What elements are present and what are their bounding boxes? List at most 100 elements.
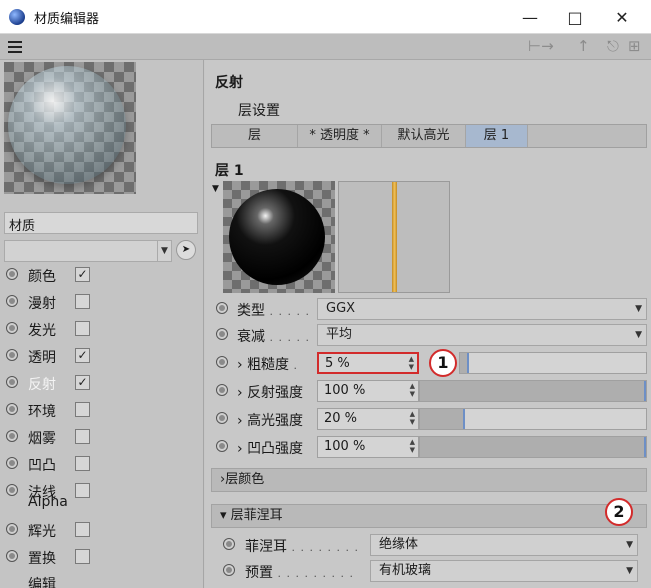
title-bar: 材质编辑器 — □ ✕ xyxy=(0,0,651,34)
animate-radio[interactable] xyxy=(6,457,18,469)
roughness-input[interactable]: 5 % ▲ ▼ xyxy=(317,352,419,374)
spinner-icon[interactable]: ▲ ▼ xyxy=(410,410,415,426)
channel-item[interactable]: 颜色 ✓ xyxy=(0,262,203,288)
falloff-label: 衰减 xyxy=(237,329,265,345)
channel-item[interactable]: 漫射 xyxy=(0,289,203,315)
fresnel-value: 绝缘体 xyxy=(379,537,419,552)
roughness-slider[interactable] xyxy=(459,352,647,374)
preset-label: 预置 xyxy=(245,565,273,581)
maximize-button[interactable]: □ xyxy=(555,5,595,29)
layer-title: 层 1 xyxy=(215,163,244,179)
navigate-forward-icon[interactable]: ⊢→ xyxy=(528,37,554,55)
specular-strength-input[interactable]: 20 % ▲ ▼ xyxy=(317,408,419,430)
reflect-strength-input[interactable]: 100 % ▲ ▼ xyxy=(317,380,419,402)
falloff-dropdown[interactable]: 平均 ▼ xyxy=(317,324,647,346)
channel-checkbox[interactable] xyxy=(75,456,90,471)
navigate-up-icon[interactable]: ↑ xyxy=(577,37,590,55)
animate-radio[interactable] xyxy=(216,412,228,424)
close-button[interactable]: ✕ xyxy=(602,5,642,29)
spinner-icon[interactable]: ▲ ▼ xyxy=(409,355,414,371)
animate-radio[interactable] xyxy=(6,349,18,361)
channel-checkbox[interactable] xyxy=(75,321,90,336)
chevron-down-icon[interactable]: ▼ xyxy=(157,241,171,261)
type-row: 类型 . . . . . GGX ▼ xyxy=(205,296,651,322)
channel-checkbox[interactable] xyxy=(75,522,90,537)
animate-radio[interactable] xyxy=(6,403,18,415)
bump-strength-input[interactable]: 100 % ▲ ▼ xyxy=(317,436,419,458)
expand-arrow-icon[interactable]: › xyxy=(237,441,247,457)
animate-radio[interactable] xyxy=(223,564,235,576)
channel-item[interactable]: 发光 xyxy=(0,316,203,342)
channel-checkbox[interactable] xyxy=(75,294,90,309)
type-dropdown[interactable]: GGX ▼ xyxy=(317,298,647,320)
material-combo[interactable]: ▼ xyxy=(4,240,172,262)
animate-radio[interactable] xyxy=(6,295,18,307)
menu-icon[interactable] xyxy=(8,41,22,53)
animate-radio[interactable] xyxy=(216,328,228,340)
channel-checkbox[interactable]: ✓ xyxy=(75,375,90,390)
picker-icon[interactable]: ➤ xyxy=(176,240,196,260)
animate-radio[interactable] xyxy=(6,268,18,280)
animate-radio[interactable] xyxy=(216,440,228,452)
lock-icon[interactable]: ⎋ xyxy=(607,37,619,55)
channel-item[interactable]: 编辑 xyxy=(0,570,203,588)
tab-layer[interactable]: 层 xyxy=(212,125,298,147)
slider-thumb[interactable] xyxy=(463,409,466,429)
roughness-row: › 粗糙度 . 5 % ▲ ▼ 1 xyxy=(205,349,651,377)
minimize-button[interactable]: — xyxy=(510,5,550,29)
expand-arrow-icon[interactable]: › xyxy=(237,357,247,373)
channel-item[interactable]: 烟雾 xyxy=(0,424,203,450)
tab-layer-1[interactable]: 层 1 xyxy=(466,125,528,147)
animate-radio[interactable] xyxy=(6,376,18,388)
layer-preview xyxy=(223,181,335,293)
animate-radio[interactable] xyxy=(216,356,228,368)
layer-color-group[interactable]: ›层颜色 xyxy=(211,468,647,492)
channel-checkbox[interactable] xyxy=(75,429,90,444)
channel-checkbox[interactable] xyxy=(75,549,90,564)
type-label: 类型 xyxy=(237,303,265,319)
spinner-icon[interactable]: ▲ ▼ xyxy=(410,438,415,454)
tab-default-specular[interactable]: 默认高光 xyxy=(382,125,466,147)
specular-curve xyxy=(392,182,397,292)
expand-arrow-icon[interactable]: › xyxy=(237,385,247,401)
slider-thumb[interactable] xyxy=(644,437,646,457)
layer-fresnel-group[interactable]: ▾ 层菲涅耳 xyxy=(211,504,647,528)
slider-thumb[interactable] xyxy=(644,381,646,401)
channel-item[interactable]: Alpha xyxy=(0,490,203,516)
expand-arrow-icon[interactable]: › xyxy=(237,413,247,429)
layer-color-label: 层颜色 xyxy=(225,472,265,487)
reflect-strength-slider[interactable] xyxy=(419,380,647,402)
animate-radio[interactable] xyxy=(6,550,18,562)
specular-strength-slider[interactable] xyxy=(419,408,647,430)
tab-transparency[interactable]: * 透明度 * xyxy=(298,125,382,147)
animate-radio[interactable] xyxy=(216,302,228,314)
channel-item[interactable]: 置换 xyxy=(0,544,203,570)
material-name-field[interactable]: 材质 xyxy=(4,212,198,234)
spinner-icon[interactable]: ▲ ▼ xyxy=(410,382,415,398)
preset-dropdown[interactable]: 有机玻璃 ▼ xyxy=(370,560,638,582)
animate-radio[interactable] xyxy=(216,384,228,396)
animate-radio[interactable] xyxy=(6,523,18,535)
channel-checkbox[interactable]: ✓ xyxy=(75,267,90,282)
bump-strength-label: 凹凸强度 xyxy=(247,441,304,457)
animate-radio[interactable] xyxy=(6,430,18,442)
channel-label: 透明 xyxy=(28,350,56,366)
channel-item[interactable]: 凹凸 xyxy=(0,451,203,477)
type-value: GGX xyxy=(326,301,356,316)
channel-item[interactable]: 透明 ✓ xyxy=(0,343,203,369)
channel-item[interactable]: 辉光 xyxy=(0,517,203,543)
preset-value: 有机玻璃 xyxy=(379,563,432,578)
new-window-icon[interactable]: ⊞ xyxy=(628,37,641,55)
channel-checkbox[interactable]: ✓ xyxy=(75,348,90,363)
channel-item[interactable]: 环境 xyxy=(0,397,203,423)
animate-radio[interactable] xyxy=(6,322,18,334)
slider-thumb[interactable] xyxy=(467,353,470,373)
material-preview[interactable] xyxy=(4,62,136,194)
toolbar: ⊢→ ↑ ⎋ ⊞ xyxy=(0,34,651,60)
channel-item[interactable]: 反射 ✓ xyxy=(0,370,203,396)
channel-checkbox[interactable] xyxy=(75,402,90,417)
animate-radio[interactable] xyxy=(223,538,235,550)
fresnel-dropdown[interactable]: 绝缘体 ▼ xyxy=(370,534,638,556)
bump-strength-slider[interactable] xyxy=(419,436,647,458)
collapse-arrow-icon[interactable]: ▼ xyxy=(212,184,219,194)
